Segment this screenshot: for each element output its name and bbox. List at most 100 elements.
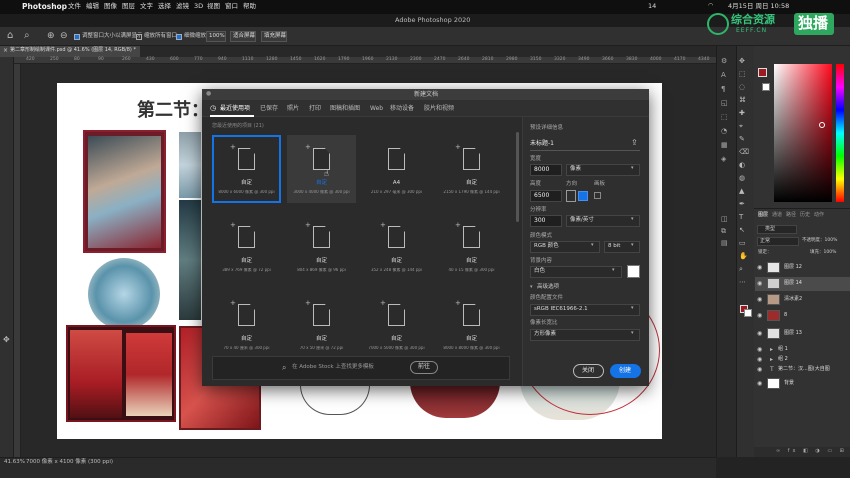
panel-icon-2[interactable]: ¶ [721,86,725,93]
move-tool-icon[interactable]: ✥ [3,336,10,344]
menu-item-1[interactable]: 编辑 [86,3,99,10]
tool-icon-0[interactable]: ✥ [739,58,745,65]
tool-icon-9[interactable]: ◍ [739,175,745,182]
zoom-all-checkbox[interactable] [136,34,142,40]
visibility-eye-icon[interactable]: ◉ [757,281,762,287]
status-zoom[interactable]: 41.63% [4,459,25,466]
layers-tab-1[interactable]: 通道 [772,213,782,218]
layer-name[interactable]: 组 2 [778,357,788,362]
layer-name[interactable]: 图层 13 [784,331,802,336]
visibility-eye-icon[interactable]: ◉ [757,265,762,271]
chevron-down-icon[interactable]: ▾ [530,285,533,290]
tool-icon-16[interactable]: ⌕ [739,266,743,273]
color-picker-field[interactable] [774,64,832,202]
dialog-tab-5[interactable]: Web [370,106,383,112]
document-name[interactable]: 未标题-1 [530,141,554,147]
resize-windows-checkbox[interactable] [74,34,80,40]
menu-item-10[interactable]: 帮助 [243,3,256,10]
tool-icon-5[interactable]: ⌖ [739,123,743,130]
panel-icon-lower-0[interactable]: ◫ [721,216,728,223]
wifi-icon[interactable]: ◠ [708,3,713,9]
menu-item-5[interactable]: 选择 [158,3,171,10]
layer-name[interactable]: 图层 14 [784,281,802,286]
portrait-orientation-icon[interactable] [566,190,576,202]
preset-list-scrollbar[interactable] [516,132,519,222]
layer-name[interactable]: 图层 12 [784,265,802,270]
tool-icon-11[interactable]: ✒ [739,201,745,208]
tool-icon-3[interactable]: ⌘ [739,97,746,104]
zoom-in-icon[interactable]: ⊕ [47,32,55,41]
opacity-field[interactable]: 不透明度：100% [802,238,837,244]
visibility-eye-icon[interactable]: ◉ [757,297,762,303]
layer-name[interactable]: 背景 [784,381,794,386]
color-panel-bg-swatch[interactable] [762,83,770,91]
menu-item-3[interactable]: 图层 [122,3,135,10]
tool-icon-15[interactable]: ✋ [739,253,748,260]
background-color-swatch-tool[interactable] [744,309,752,317]
panel-icon-0[interactable]: ⚙ [721,58,727,65]
dialog-tab-4[interactable]: 图稿和插图 [330,106,360,112]
dialog-close-dot[interactable]: ● [206,91,211,97]
save-preset-icon[interactable]: ⇪ [631,139,638,147]
panel-icon-7[interactable]: ◈ [721,156,726,163]
menu-item-0[interactable]: 文件 [68,3,81,10]
document-tab-close-icon[interactable]: × [3,48,8,54]
visibility-eye-icon[interactable]: ◉ [757,313,762,319]
panel-icon-4[interactable]: ⬚ [721,114,728,121]
menu-item-6[interactable]: 滤镜 [176,3,189,10]
home-icon[interactable]: ⌂ [7,31,13,41]
landscape-orientation-icon[interactable] [578,191,588,201]
visibility-eye-icon[interactable]: ◉ [757,367,762,373]
layer-kind-filter[interactable] [757,225,797,234]
layers-tab-0[interactable]: 图层 [758,213,768,218]
app-name-menu[interactable]: Photoshop [22,3,67,11]
layer-name[interactable]: 组 1 [778,347,788,352]
advanced-options-label[interactable]: 高级选项 [537,284,559,291]
visibility-eye-icon[interactable]: ◉ [757,357,762,363]
color-panel-fg-swatch[interactable] [758,68,767,77]
panel-icon-lower-2[interactable]: ▤ [721,240,728,247]
tool-icon-7[interactable]: ⌫ [739,149,749,156]
layer-name[interactable]: 8 [784,313,787,318]
artboard-checkbox[interactable] [594,192,601,199]
menu-item-8[interactable]: 视图 [207,3,220,10]
color-picker-cursor[interactable] [819,122,825,128]
menu-item-4[interactable]: 文字 [140,3,153,10]
layers-tab-2[interactable]: 路径 [786,213,796,218]
background-color-swatch[interactable] [627,265,640,278]
layers-tab-3[interactable]: 历史 [800,213,810,218]
clock[interactable]: 4月15日 周日 10:58 [728,3,789,10]
scrubby-zoom-checkbox[interactable] [176,34,182,40]
dialog-tab-3[interactable]: 打印 [309,106,321,112]
tool-icon-4[interactable]: ✚ [739,110,745,117]
tool-icon-6[interactable]: ✎ [739,136,745,143]
dialog-tab-2[interactable]: 照片 [287,106,299,112]
layer-name[interactable]: 第二节：汉...图(大自图 [778,367,830,372]
layers-footer-icons[interactable]: ∞ fx ◧ ◑ ▭ ⊞ ⌫ [776,449,850,454]
tool-icon-2[interactable]: ◌ [739,84,745,91]
tool-icon-8[interactable]: ◐ [739,162,745,169]
tool-icon-12[interactable]: T [739,214,743,221]
zoom-tool-icon[interactable]: ⌕ [24,31,30,41]
hue-slider[interactable] [836,64,844,202]
layer-name[interactable]: 清冰素2 [784,297,802,302]
panel-icon-5[interactable]: ◔ [721,128,727,135]
menu-item-9[interactable]: 窗口 [225,3,238,10]
fill-field[interactable]: 填充：100% [810,250,836,256]
visibility-eye-icon[interactable]: ◉ [757,331,762,337]
dialog-tab-0[interactable]: 最近使用项 [220,106,250,112]
panel-icon-3[interactable]: ◱ [721,100,728,107]
layers-tab-4[interactable]: 动作 [814,213,824,218]
menu-item-7[interactable]: 3D [194,3,203,10]
dialog-tab-1[interactable]: 已保存 [260,106,278,112]
tool-icon-13[interactable]: ↖ [739,227,745,234]
menu-item-2[interactable]: 图像 [104,3,117,10]
visibility-eye-icon[interactable]: ◉ [757,381,762,387]
tool-icon-17[interactable]: ⋯ [739,279,746,286]
tool-icon-1[interactable]: ⬚ [739,71,746,78]
dialog-tab-6[interactable]: 移动设备 [390,106,414,112]
panel-icon-6[interactable]: ▦ [721,142,728,149]
panel-icon-lower-1[interactable]: ⧉ [721,228,726,235]
zoom-out-icon[interactable]: ⊖ [60,32,68,41]
panel-icon-1[interactable]: A [721,72,726,79]
